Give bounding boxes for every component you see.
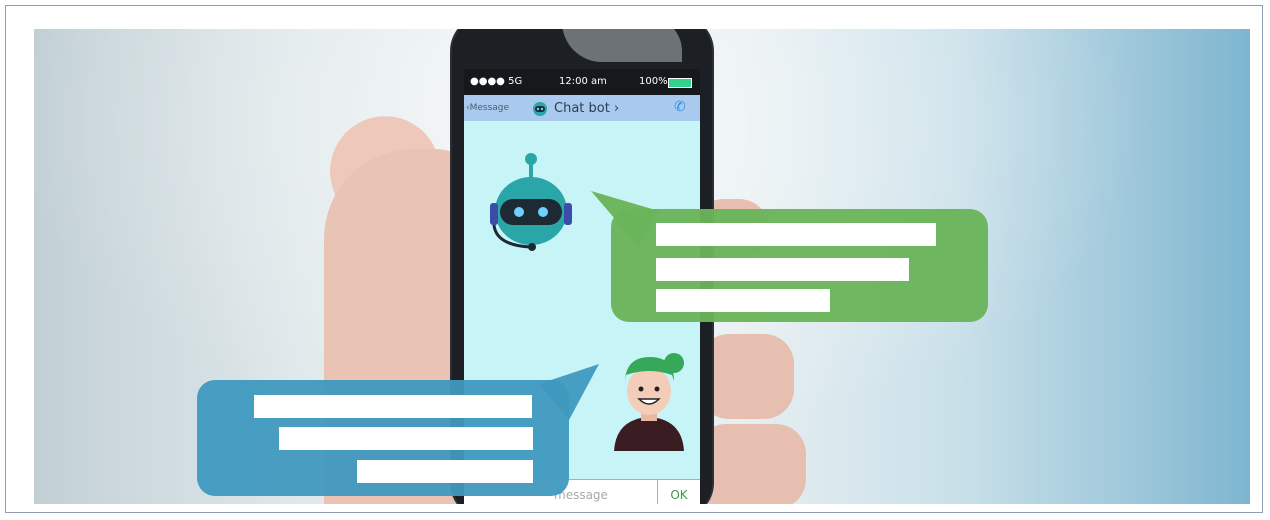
back-button[interactable]: ‹Message (466, 103, 509, 113)
user-avatar-icon (614, 353, 684, 451)
phone-notch (562, 29, 682, 62)
hand-finger-3 (696, 424, 806, 504)
user-text-line-1 (254, 395, 532, 418)
chat-header: ‹Message Chat bot › ✆ (464, 95, 700, 121)
robot-icon (490, 153, 572, 251)
battery-text: 100% (639, 76, 668, 87)
bot-text-line-2 (656, 258, 909, 281)
robot-icon (533, 102, 547, 116)
chat-title[interactable]: Chat bot › (554, 101, 619, 116)
bot-text-line-3 (656, 289, 830, 312)
bot-text-line-1 (656, 223, 936, 246)
status-bar: ●●●● 5G 12:00 am 100% (464, 69, 700, 95)
user-text-line-2 (279, 427, 533, 450)
battery-icon (668, 78, 692, 88)
user-text-line-3 (357, 460, 533, 483)
user-bubble-tail (539, 364, 599, 420)
signal-text: ●●●● 5G (470, 76, 523, 87)
phone-icon[interactable]: ✆ (674, 99, 686, 115)
image-frame: ●●●● 5G 12:00 am 100% ‹Message Chat bot … (5, 5, 1263, 513)
hand-finger-2 (699, 334, 794, 419)
photo-scene: ●●●● 5G 12:00 am 100% ‹Message Chat bot … (34, 29, 1250, 504)
ok-button[interactable]: OK (657, 480, 700, 504)
status-time: 12:00 am (559, 76, 607, 87)
